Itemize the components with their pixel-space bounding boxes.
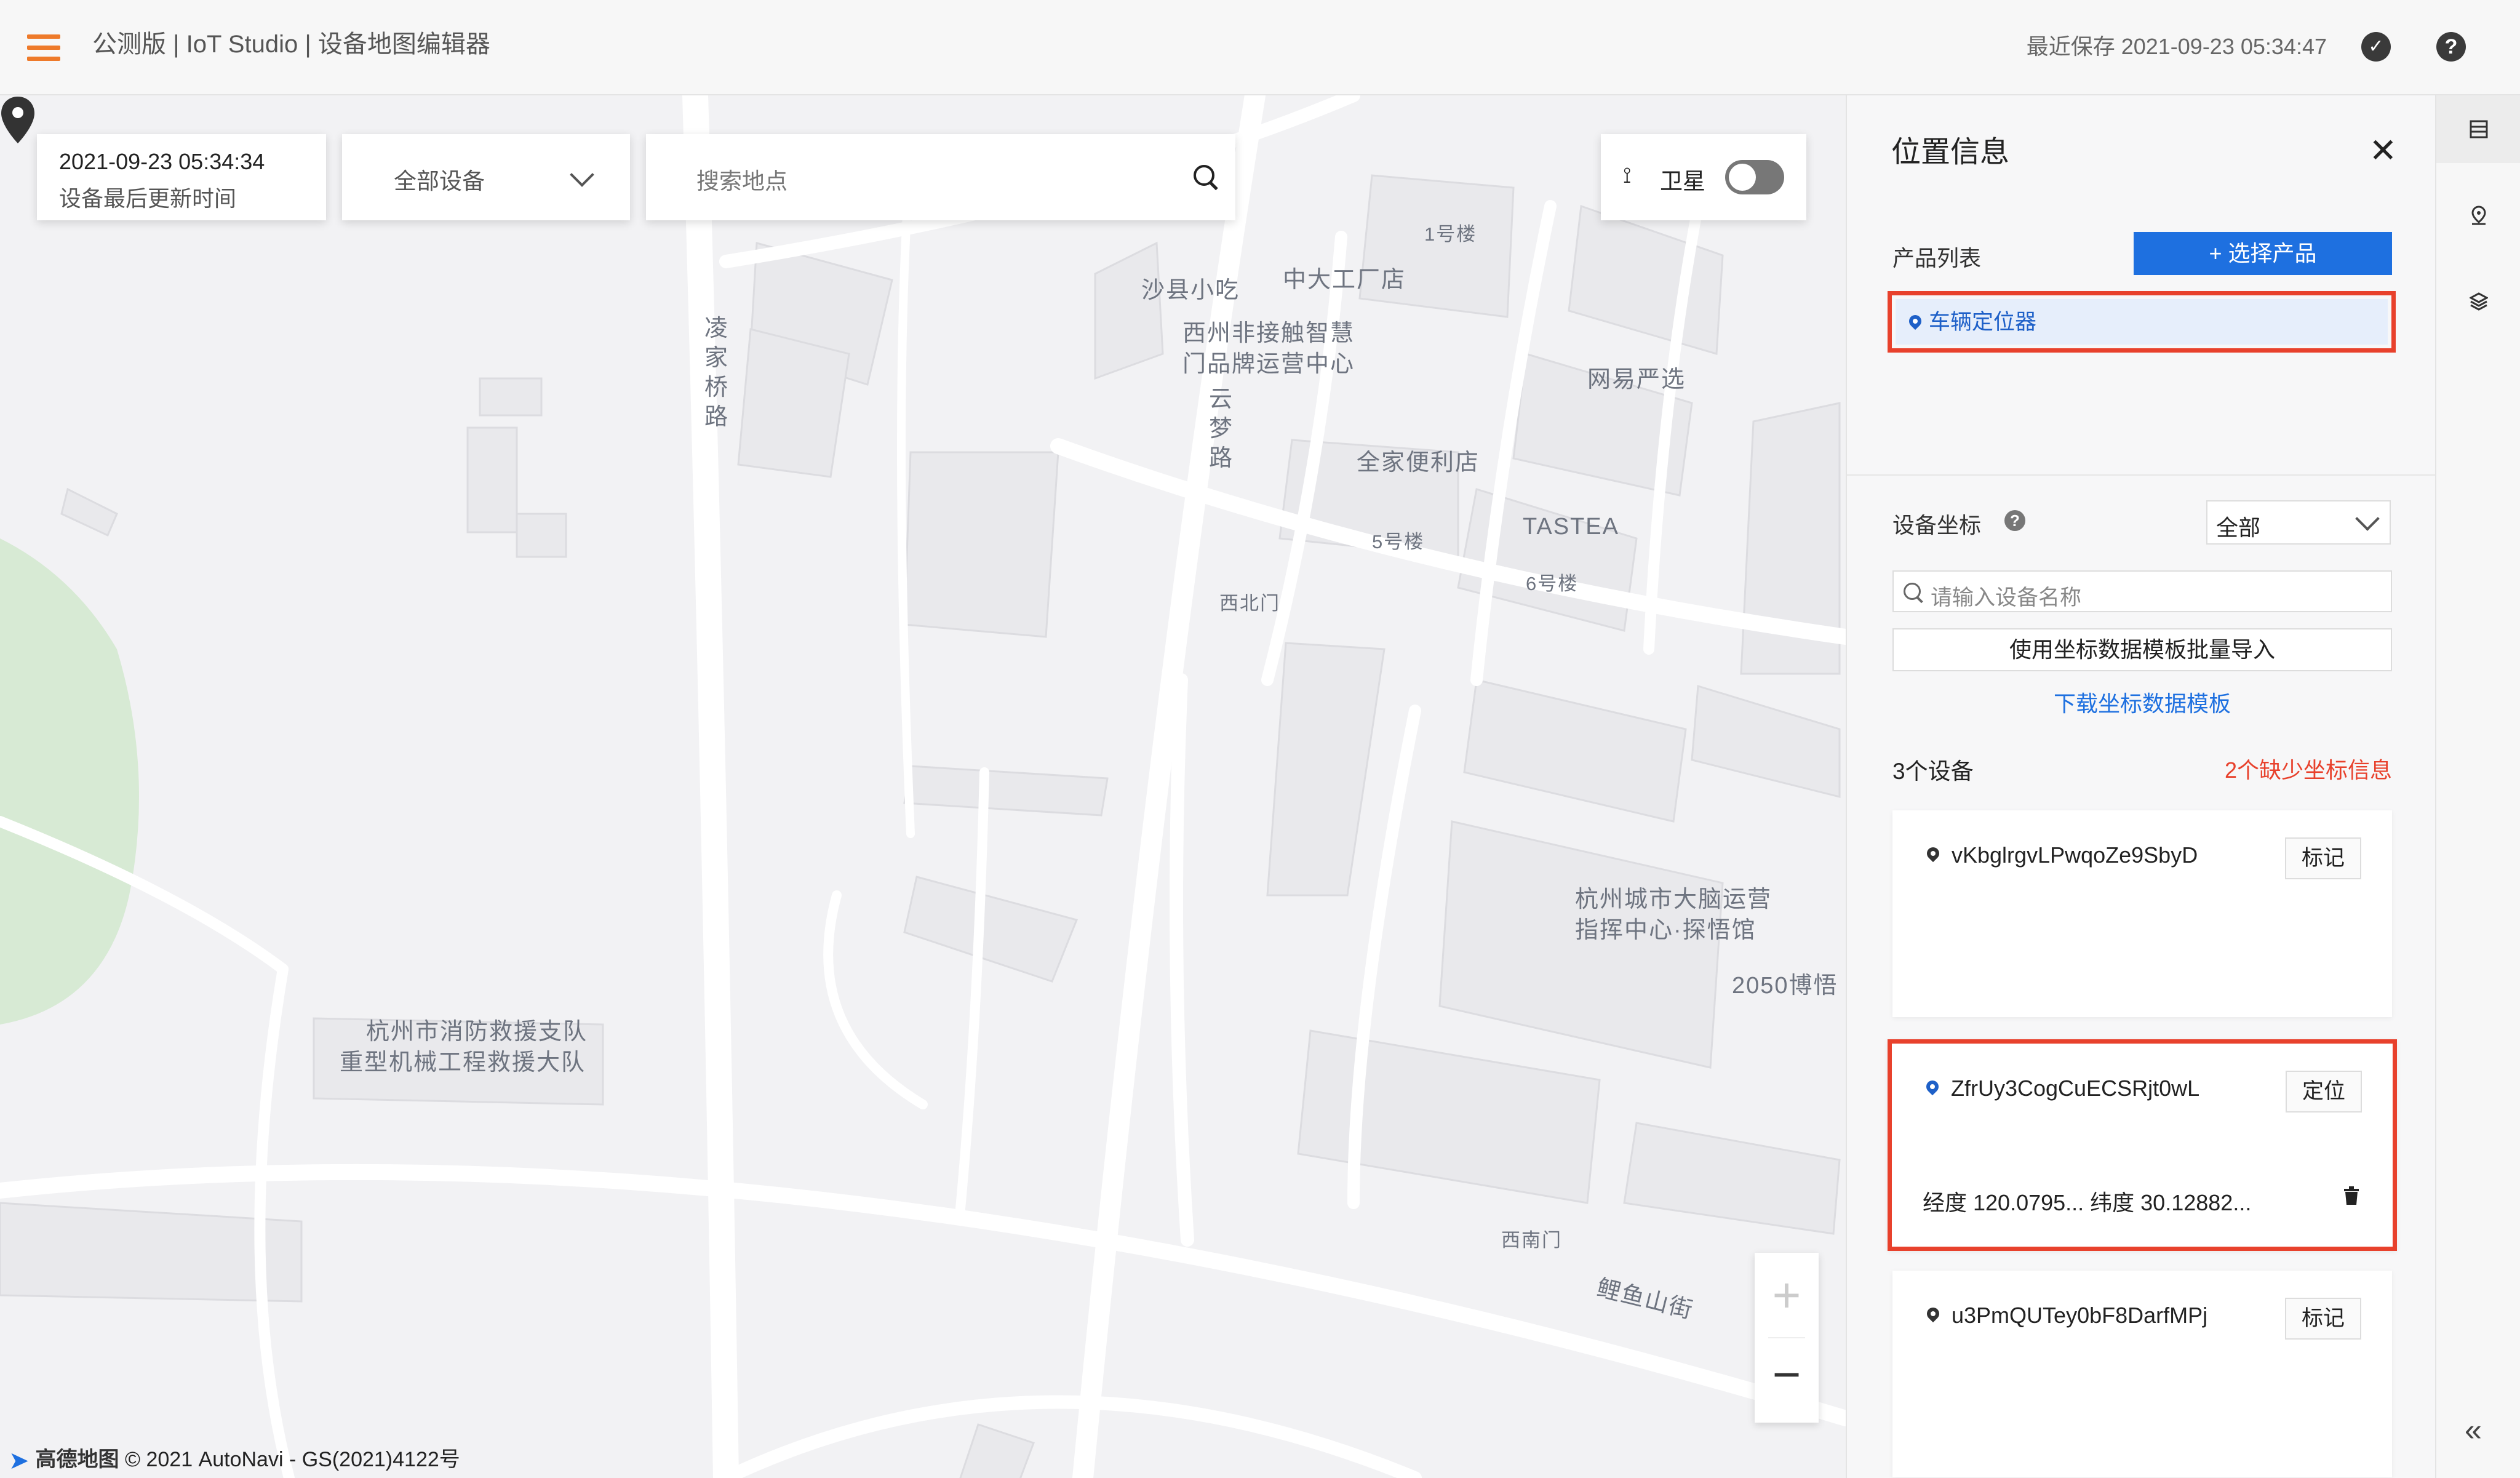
coord-filter-select[interactable]: 全部	[2206, 500, 2391, 545]
device-filter-value: 全部设备	[394, 169, 485, 194]
select-product-button[interactable]: + 选择产品	[2134, 232, 2392, 275]
divider	[1847, 474, 2436, 476]
last-update-card: 2021-09-23 05:34:34 设备最后更新时间	[37, 134, 326, 220]
poi-label: 西南门	[1501, 1229, 1562, 1251]
location-info-panel: 位置信息 ✕ 产品列表 + 选择产品 车辆定位器 设备坐标 ? 全部 请输入设备…	[1846, 95, 2436, 1478]
road-label-yunmeng: 云梦路	[1208, 386, 1234, 471]
location-search-placeholder: 搜索地点	[696, 169, 788, 194]
question-icon[interactable]: ?	[2004, 510, 2025, 531]
tab-layers[interactable]	[2436, 268, 2520, 335]
poi-label: 6号楼	[1526, 573, 1579, 594]
satellite-label: 卫星	[1660, 169, 1705, 194]
layers-icon	[2470, 292, 2488, 311]
poi-label: 西州非接触智慧	[1182, 321, 1355, 346]
map-copyright: © 2021 AutoNavi - GS(2021)4122号	[124, 1448, 460, 1471]
search-icon[interactable]	[1194, 165, 1214, 186]
last-saved-time: 最近保存 2021-09-23 05:34:47	[2026, 34, 2327, 59]
check-circle-icon[interactable]: ✓	[2361, 32, 2391, 62]
location-pin-icon	[1906, 312, 1924, 330]
poi-label: 指挥中心·探悟馆	[1575, 917, 1756, 943]
amap-logo-icon: ➤	[9, 1447, 30, 1475]
chevron-down-icon	[570, 162, 594, 187]
location-pin-icon	[1924, 1304, 1942, 1323]
device-name: u3PmQUTey0bF8DarfMPj	[1952, 1303, 2208, 1328]
device-card[interactable]: vKbglrgvLPwqoZe9SbyD 标记	[1892, 810, 2392, 1017]
mark-button[interactable]: 标记	[2285, 837, 2361, 879]
device-count: 3个设备	[1892, 759, 1974, 784]
menu-icon[interactable]	[27, 34, 60, 62]
satellite-toggle[interactable]	[1725, 160, 1784, 194]
device-name: ZfrUy3CogCuECSRjt0wL	[1951, 1076, 2200, 1101]
device-card[interactable]: u3PmQUTey0bF8DarfMPj 标记	[1892, 1271, 2392, 1477]
map-canvas[interactable]: 凌家桥路 云梦路 沙县小吃 中大工厂店 1号楼 西州非接触智慧 门品牌运营中心 …	[0, 95, 1846, 1478]
device-coordinates: 经度 120.0795... 纬度 30.12882...	[1923, 1190, 2252, 1215]
product-item-vehicle-locator[interactable]: 车辆定位器	[1896, 299, 2388, 345]
last-update-label: 设备最后更新时间	[59, 186, 237, 211]
poi-label: 杭州市消防救援支队	[366, 1019, 588, 1045]
map-attribution: ➤ 高德地图 © 2021 AutoNavi - GS(2021)4122号	[0, 1442, 460, 1477]
road-label-lingjiaqiao: 凌家桥路	[704, 316, 729, 430]
app-header: 公测版 | IoT Studio | 设备地图编辑器 最近保存 2021-09-…	[0, 0, 2520, 95]
product-item-label: 车辆定位器	[1929, 310, 2037, 334]
collapse-icon[interactable]: «	[2465, 1412, 2482, 1448]
locate-button[interactable]: 定位	[2286, 1071, 2362, 1112]
map-base	[0, 95, 1846, 1478]
poi-label: 2050博悟	[1732, 973, 1838, 999]
location-pin-icon	[1924, 844, 1942, 863]
poi-label: 中大工厂店	[1283, 267, 1406, 293]
device-card-selected[interactable]: ZfrUy3CogCuECSRjt0wL 定位 经度 120.0795... 纬…	[1888, 1039, 2397, 1251]
zoom-out-button[interactable]: −	[1755, 1338, 1819, 1423]
poi-label: TASTEA	[1523, 514, 1619, 540]
panel-title: 位置信息	[1891, 136, 2010, 169]
poi-label: 重型机械工程救援大队	[340, 1050, 586, 1076]
product-list-label: 产品列表	[1892, 246, 1982, 271]
product-list-highlight: 车辆定位器	[1888, 291, 2396, 353]
device-search-input[interactable]: 请输入设备名称	[1892, 570, 2392, 612]
location-pin-icon	[1923, 1077, 1942, 1096]
device-coords-label: 设备坐标	[1892, 513, 1982, 538]
chevron-down-icon	[2355, 506, 2380, 531]
coord-filter-value: 全部	[2216, 515, 2261, 540]
satellite-toggle-card: ⟟ 卫星	[1601, 134, 1806, 220]
tab-location-info[interactable]	[2436, 95, 2520, 163]
zoom-control: + −	[1755, 1253, 1819, 1423]
location-search-input[interactable]: 搜索地点	[646, 134, 1235, 220]
trash-icon[interactable]	[2343, 1186, 2359, 1205]
poi-label: 杭州城市大脑运营	[1575, 887, 1772, 913]
map-brand: 高德地图	[35, 1448, 119, 1471]
map-pin-icon	[2471, 206, 2486, 225]
mark-button[interactable]: 标记	[2285, 1298, 2361, 1340]
help-icon[interactable]: ?	[2436, 32, 2466, 62]
app-title: 公测版 | IoT Studio | 设备地图编辑器	[92, 31, 490, 58]
poi-label: 门品牌运营中心	[1182, 351, 1355, 377]
tab-location[interactable]	[2436, 182, 2520, 249]
list-icon	[2470, 120, 2488, 138]
download-template-link[interactable]: 下载坐标数据模板	[1892, 686, 2392, 718]
poi-label: 沙县小吃	[1141, 278, 1240, 303]
last-update-time: 2021-09-23 05:34:34	[59, 149, 265, 174]
device-location-marker[interactable]	[0, 95, 36, 145]
poi-label: 全家便利店	[1357, 450, 1480, 476]
device-filter-select[interactable]: 全部设备	[342, 134, 630, 220]
search-icon	[1904, 583, 1921, 600]
device-name: vKbglrgvLPwqoZe9SbyD	[1952, 842, 2198, 868]
satellite-icon: ⟟	[1623, 162, 1632, 188]
poi-label: 5号楼	[1372, 531, 1425, 553]
poi-label: 1号楼	[1424, 223, 1477, 245]
batch-import-button[interactable]: 使用坐标数据模板批量导入	[1892, 628, 2392, 671]
zoom-in-button[interactable]: +	[1755, 1253, 1819, 1338]
missing-coords-count[interactable]: 2个缺少坐标信息	[2225, 753, 2392, 785]
close-icon[interactable]: ✕	[2369, 131, 2397, 170]
poi-label: 西北门	[1219, 593, 1280, 614]
device-search-placeholder: 请输入设备名称	[1931, 586, 2082, 610]
poi-label: 网易严选	[1587, 367, 1686, 393]
side-toolbar: «	[2435, 95, 2520, 1478]
